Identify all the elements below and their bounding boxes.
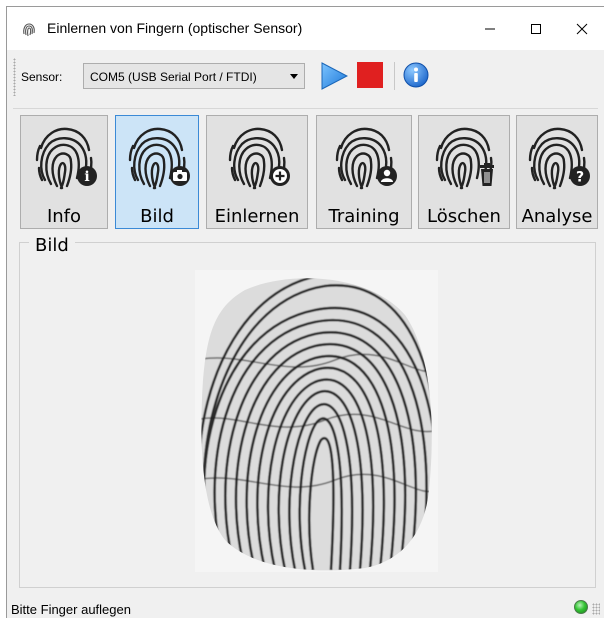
tool-button-bild[interactable]: Bild <box>115 115 199 229</box>
tool-button-label: Bild <box>140 206 174 227</box>
sensor-port-value: COM5 (USB Serial Port / FTDI) <box>90 70 257 84</box>
fingerprint-image <box>195 270 438 572</box>
tool-button-label: Info <box>46 206 82 227</box>
window-title: Einlernen von Fingern (optischer Sensor) <box>47 20 303 36</box>
status-led-icon <box>574 600 588 614</box>
close-button[interactable] <box>559 7 604 50</box>
maximize-button[interactable] <box>513 7 559 50</box>
tool-button-label: Löschen <box>427 206 501 227</box>
minimize-button[interactable] <box>467 7 513 50</box>
tool-button-label: Einlernen <box>214 206 300 227</box>
tool-button-label: Training <box>328 206 400 227</box>
sensor-port-select[interactable]: COM5 (USB Serial Port / FTDI) <box>83 63 305 89</box>
svg-text:i: i <box>84 169 89 185</box>
tool-button-training[interactable]: Training <box>316 115 412 229</box>
play-icon[interactable] <box>320 62 348 90</box>
fingerprint-user-icon <box>331 124 397 190</box>
toolbar-separator <box>394 62 395 90</box>
tool-button-label: Analyse <box>521 206 593 227</box>
fingerprint-camera-icon <box>124 124 190 190</box>
fingerprint-help-icon: ? <box>524 124 590 190</box>
tool-button-info[interactable]: i Info <box>20 115 108 229</box>
fingerprint-add-icon <box>224 124 290 190</box>
tool-button-einlernen[interactable]: Einlernen <box>206 115 308 229</box>
minimize-icon <box>485 28 495 29</box>
app-window: Einlernen von Fingern (optischer Sensor)… <box>6 6 604 618</box>
bild-group-title: Bild <box>29 235 75 256</box>
svg-text:?: ? <box>576 170 584 186</box>
tool-button-loeschen[interactable]: Löschen <box>418 115 510 229</box>
toolbar: Sensor: COM5 (USB Serial Port / FTDI) <box>7 50 604 108</box>
close-icon <box>576 23 588 34</box>
title-bar[interactable]: Einlernen von Fingern (optischer Sensor) <box>7 7 604 50</box>
chevron-down-icon <box>290 74 298 79</box>
toolbar-divider <box>13 108 598 109</box>
fingerprint-delete-icon <box>431 124 494 190</box>
stop-icon[interactable] <box>357 62 383 88</box>
status-bar: Bitte Finger auflegen <box>7 597 604 619</box>
toolbar-grip[interactable] <box>13 58 16 96</box>
fingerprint-app-icon <box>23 23 35 37</box>
tool-button-analyse[interactable]: ? Analyse <box>516 115 598 229</box>
info-icon[interactable] <box>403 62 429 88</box>
maximize-icon <box>531 23 541 34</box>
fingerprint-info-icon: i <box>31 124 97 190</box>
resize-grip[interactable] <box>592 603 600 615</box>
sensor-label: Sensor: <box>21 70 63 84</box>
status-text: Bitte Finger auflegen <box>11 602 131 617</box>
